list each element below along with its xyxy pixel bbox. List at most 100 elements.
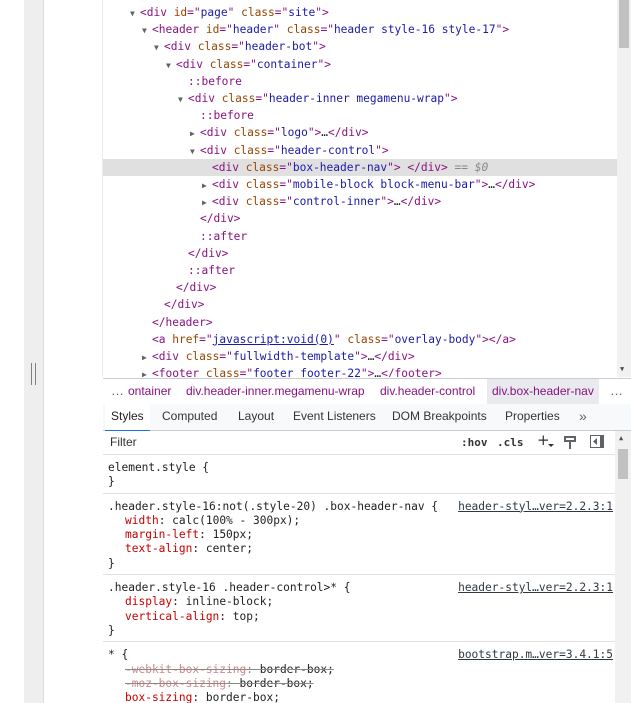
css-property-name[interactable]: box-sizing [125,691,192,703]
dom-node[interactable]: ▶ <div class="logo">…</div> [103,124,617,141]
css-property-value[interactable]: calc(100% - 300px); [172,514,300,527]
dom-node[interactable]: ::after [103,228,617,245]
css-property-name[interactable]: margin-left [125,528,199,541]
tab-layout[interactable]: Layout [234,404,278,430]
dom-node[interactable]: ▼ <header id="header" class="header style… [103,21,617,38]
dom-node[interactable]: </div> [103,245,617,262]
new-rule-dropdown-icon[interactable] [548,444,554,447]
dom-node[interactable]: </div> [103,210,617,227]
expand-triangle-icon[interactable]: ▶ [202,194,212,211]
tab-event-listeners[interactable]: Event Listeners [289,404,380,430]
rule-selector[interactable]: element.style { [108,461,209,475]
css-property-name[interactable]: text-align [125,542,192,555]
dom-node[interactable]: ▼ <div class="container"> [103,56,617,73]
dom-node[interactable]: </header> [103,314,617,331]
css-declaration[interactable]: -moz-box-sizing: border-box; [125,677,314,691]
css-declaration[interactable]: vertical-align: top; [125,610,260,624]
expand-triangle-icon[interactable]: ▶ [202,177,212,194]
tab-computed[interactable]: Computed [158,404,221,430]
scroll-up-arrow-icon[interactable]: ▲ [619,434,623,442]
css-declaration[interactable]: width: calc(100% - 300px); [125,514,300,528]
css-property-value[interactable]: border-box; [260,663,334,676]
collapse-triangle-icon[interactable]: ▼ [154,39,164,56]
dom-node[interactable]: </div> [103,279,617,296]
breadcrumb-item-active[interactable]: div.box-header-nav [487,379,599,404]
dom-node[interactable]: ::after [103,262,617,279]
toggle-sidebar-icon[interactable] [590,435,605,449]
dom-node[interactable]: ▼ <div id="page" class="site"> [103,4,617,21]
breadcrumb-item[interactable]: ontainer [124,379,175,404]
scroll-down-arrow-icon[interactable]: ▼ [620,365,624,373]
css-property-value[interactable]: 150px; [213,528,253,541]
css-property-value[interactable]: inline-block; [186,595,274,608]
css-property-name[interactable]: width [125,514,159,527]
elements-tree[interactable]: ▼ <div id="page" class="site"> ▼ <header id… [103,0,617,377]
breadcrumb-item[interactable]: div.header-inner.megamenu-wrap [182,379,369,404]
rule-source-link[interactable]: header-styl…ver=2.2.3:1 [458,581,613,595]
paint-brush-icon[interactable] [563,435,577,450]
dom-node[interactable]: <a href="javascript:void(0)" class="over… [103,331,617,348]
css-declaration[interactable]: display: inline-block; [125,595,273,609]
collapse-triangle-icon[interactable]: ▼ [178,91,188,108]
dom-node[interactable]: ▶ <div class="mobile-block block-menu-bar… [103,176,617,193]
collapse-triangle-icon[interactable]: ▼ [166,57,176,74]
dom-node[interactable]: ::before [103,73,617,90]
collapse-triangle-icon[interactable]: ▼ [190,143,200,160]
css-declaration[interactable]: box-sizing: border-box; [125,691,280,703]
dom-node[interactable]: ▼ <div class="header-control"> [103,142,617,159]
css-property-name[interactable]: -moz-box-sizing [125,677,226,690]
expand-triangle-icon[interactable]: ▶ [142,349,152,366]
hover-state-toggle[interactable]: :hov [461,434,488,451]
node-link[interactable]: javascript:void(0) [213,333,334,346]
colon: : [192,691,206,703]
dom-node[interactable]: ▼ <div class="header-inner megamenu-wrap"… [103,90,617,107]
elements-tree-scrollbar[interactable]: ▼ [617,0,631,377]
css-property-value[interactable]: top; [233,610,260,623]
rule-selector[interactable]: * { [108,648,128,662]
panel-resize-handle[interactable] [31,363,36,385]
dom-node[interactable]: ▼ <div class="header-bot"> [103,38,617,55]
css-property-name[interactable]: -webkit-box-sizing [125,663,246,676]
css-property-value[interactable]: center; [206,542,253,555]
rule-source-link[interactable]: bootstrap.m…ver=3.4.1:5 [458,648,613,662]
css-declaration[interactable]: -webkit-box-sizing: border-box; [125,663,334,677]
css-rule[interactable]: * { bootstrap.m…ver=3.4.1:5 -webkit-box-si… [103,645,615,703]
rule-selector[interactable]: .header.style-16 .header-control>* { [108,581,350,595]
tab-styles[interactable]: Styles [105,404,150,432]
dom-node[interactable]: ▶ <div class="fullwidth-template">…</div> [103,348,617,365]
dom-node[interactable]: </div> [103,296,617,313]
collapse-triangle-icon[interactable]: ▼ [142,22,152,39]
class-toggle[interactable]: .cls [497,434,524,451]
expand-triangle-icon[interactable]: ▶ [190,125,200,142]
styles-pane-scrollbar[interactable]: ▲ [615,431,631,703]
css-property-value[interactable]: border-box; [240,677,314,690]
breadcrumb-scroll-left[interactable]: … [111,379,124,404]
more-tabs-chevron-icon[interactable]: » [575,404,591,430]
rule-source-link[interactable]: header-styl…ver=2.2.3:1 [458,500,613,514]
dom-node[interactable]: ▶ <div class="control-inner">…</div> [103,193,617,210]
collapse-triangle-icon[interactable]: ▼ [130,5,140,22]
css-declaration[interactable]: margin-left: 150px; [125,528,253,542]
tab-properties[interactable]: Properties [501,404,564,430]
css-declaration[interactable]: text-align: center; [125,542,253,556]
dom-node-selected[interactable]: <div class="box-header-nav"> </div> == $… [103,158,617,176]
css-rule[interactable]: .header.style-16:not(.style-20) .box-hea… [103,497,615,576]
styles-pane[interactable]: element.style {} .header.style-16:not(.st… [103,455,615,703]
css-property-value[interactable]: border-box; [206,691,280,703]
css-rule[interactable]: element.style {} [103,458,615,494]
expand-triangle-icon[interactable]: ▶ [142,366,152,377]
dom-node[interactable]: ::before [103,107,617,124]
dom-node[interactable]: ▶ <footer class="footer footer-22">…</foo… [103,365,617,377]
node-val: site [288,6,316,19]
css-property-name[interactable]: display [125,595,172,608]
scrollbar-thumb[interactable] [618,449,628,479]
css-property-name[interactable]: vertical-align [125,610,219,623]
node-val: box-header-nav [292,160,388,174]
rule-selector[interactable]: .header.style-16:not(.style-20) .box-hea… [108,500,438,514]
scrollbar-thumb[interactable] [619,0,629,48]
tab-dom-breakpoints[interactable]: DOM Breakpoints [388,404,491,430]
css-rule[interactable]: .header.style-16 .header-control>* { head… [103,578,615,643]
breadcrumb-item[interactable]: div.header-control [376,379,479,404]
breadcrumb-scroll-right[interactable]: … [610,379,623,404]
filter-input[interactable] [106,432,454,452]
